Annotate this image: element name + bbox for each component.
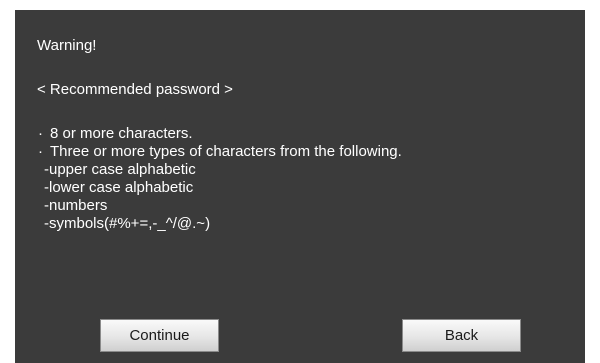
recommended-password-heading: < Recommended password > (37, 81, 233, 98)
dialog-title: Warning! (37, 37, 97, 54)
requirement-text: 8 or more characters. (50, 125, 193, 142)
back-button[interactable]: Back (402, 319, 521, 352)
requirement-item: · Three or more types of characters from … (37, 143, 402, 161)
warning-dialog: Warning! < Recommended password > · 8 or … (15, 10, 585, 363)
character-type-item: -symbols(#%+=,-_^/@.~) (44, 215, 211, 232)
requirement-text: Three or more types of characters from t… (50, 143, 402, 160)
bullet-icon: · (38, 125, 43, 142)
requirement-item: · 8 or more characters. (37, 125, 402, 143)
password-requirements-list: · 8 or more characters. · Three or more ty… (37, 125, 402, 233)
bullet-icon: · (38, 143, 43, 160)
character-type-item: -numbers (44, 197, 108, 214)
character-type-item: -lower case alphabetic (44, 179, 194, 196)
character-type-item: -upper case alphabetic (44, 161, 196, 178)
continue-button[interactable]: Continue (100, 319, 219, 352)
